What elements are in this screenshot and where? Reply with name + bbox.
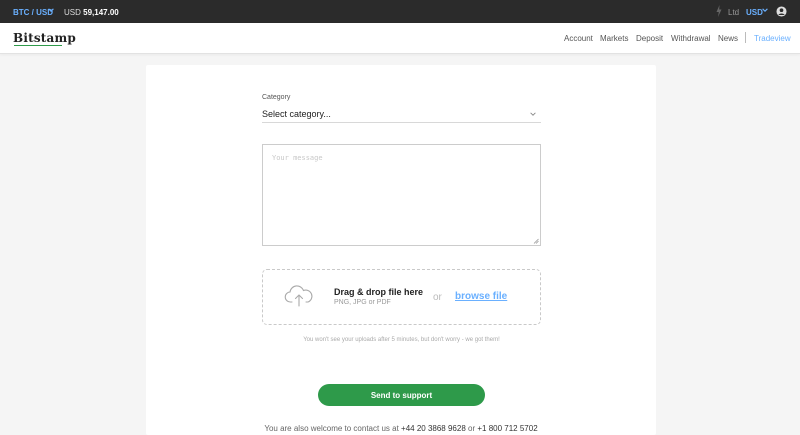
or-separator: or: [433, 292, 442, 303]
category-label: Category: [262, 94, 291, 101]
drop-zone-title: Drag & drop file here: [334, 287, 424, 297]
drop-zone-formats: PNG, JPG or PDF: [334, 299, 391, 306]
nav-item-markets[interactable]: Markets: [600, 34, 628, 43]
top-bar: BTC / USD USD 59,147.00 Ltd USD: [0, 0, 800, 23]
lightning-icon: [716, 5, 722, 17]
chevron-down-icon[interactable]: [47, 6, 55, 14]
nav-item-withdrawal[interactable]: Withdrawal: [671, 34, 711, 43]
chevron-down-icon: [530, 112, 536, 116]
ticker-price: USD 59,147.00: [64, 8, 119, 17]
category-select[interactable]: Select category...: [262, 105, 541, 123]
chevron-down-icon[interactable]: [761, 6, 769, 14]
nav-item-news[interactable]: News: [718, 34, 738, 43]
cloud-upload-icon: [284, 285, 313, 307]
main-navbar: Bitstamp Account Markets Deposit Withdra…: [0, 23, 800, 54]
browse-file-link[interactable]: browse file: [455, 291, 507, 302]
nav-item-deposit[interactable]: Deposit: [636, 34, 663, 43]
contact-text: You are also welcome to contact us at: [264, 424, 399, 433]
message-textarea[interactable]: [262, 144, 541, 246]
category-selected-value: Select category...: [262, 109, 331, 119]
contact-or: or: [468, 424, 476, 433]
phone-us-link[interactable]: +1 800 712 5702: [477, 424, 537, 433]
phone-uk-link[interactable]: +44 20 3868 9628: [401, 424, 466, 433]
nav-item-account[interactable]: Account: [564, 34, 593, 43]
logo-underline: [14, 45, 62, 46]
upload-note: You won't see your uploads after 5 minut…: [303, 337, 500, 343]
nav-divider: [745, 32, 746, 43]
nav-item-tradeview[interactable]: Tradeview: [754, 34, 791, 43]
send-to-support-button[interactable]: Send to support: [318, 384, 485, 406]
contact-info: You are also welcome to contact us at +4…: [146, 424, 656, 433]
user-account-icon[interactable]: [776, 6, 787, 17]
entity-label: Ltd: [728, 8, 740, 17]
logo[interactable]: Bitstamp: [13, 31, 76, 45]
